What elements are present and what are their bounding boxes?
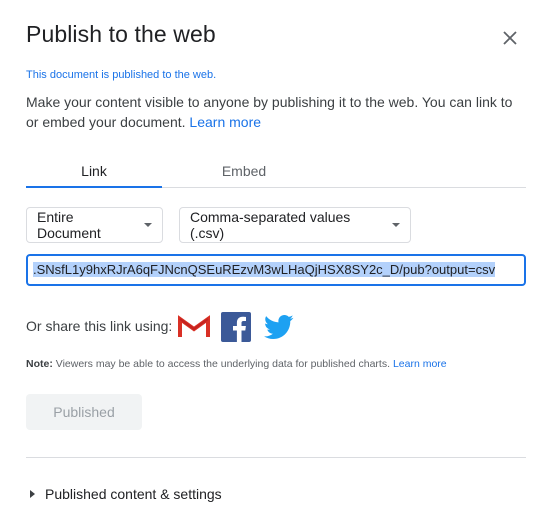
tab-link[interactable]: Link bbox=[26, 155, 162, 188]
dialog-description: Make your content visible to anyone by p… bbox=[26, 92, 526, 132]
facebook-share-button[interactable] bbox=[221, 312, 253, 342]
close-icon bbox=[503, 31, 517, 45]
published-settings-label: Published content & settings bbox=[45, 486, 222, 502]
tab-embed[interactable]: Embed bbox=[176, 155, 312, 187]
close-button[interactable] bbox=[498, 26, 522, 50]
gmail-share-button[interactable] bbox=[178, 312, 210, 342]
data-access-note: Note: Viewers may be able to access the … bbox=[26, 358, 447, 370]
note-prefix: Note: bbox=[26, 358, 53, 370]
document-scope-value: Entire Document bbox=[37, 209, 101, 241]
published-settings-expander[interactable]: Published content & settings bbox=[30, 486, 222, 502]
learn-more-link[interactable]: Learn more bbox=[189, 114, 261, 130]
format-value: Comma-separated values (.csv) bbox=[190, 209, 351, 241]
published-url-text: .SNsfL1y9hxRJrA6qFJNcnQSEuREzvM3wLHaQjHS… bbox=[33, 262, 496, 277]
note-text: Viewers may be able to access the underl… bbox=[52, 358, 391, 370]
description-text: Make your content visible to anyone by p… bbox=[26, 94, 513, 130]
tab-bar: Link Embed bbox=[26, 155, 526, 188]
format-dropdown[interactable]: Comma-separated values (.csv) bbox=[179, 207, 411, 243]
note-learn-more-link[interactable]: Learn more bbox=[393, 358, 447, 370]
published-button: Published bbox=[26, 394, 142, 430]
share-label: Or share this link using: bbox=[26, 318, 173, 334]
divider bbox=[26, 457, 526, 458]
facebook-icon bbox=[221, 312, 251, 342]
chevron-down-icon bbox=[144, 223, 152, 227]
chevron-down-icon bbox=[392, 223, 400, 227]
published-status: This document is published to the web. bbox=[26, 69, 217, 81]
chevron-right-icon bbox=[30, 490, 35, 498]
twitter-icon bbox=[263, 315, 294, 339]
dialog-title: Publish to the web bbox=[26, 21, 216, 47]
document-scope-dropdown[interactable]: Entire Document bbox=[26, 207, 163, 243]
publish-dialog: Publish to the web This document is publ… bbox=[0, 0, 545, 528]
gmail-icon bbox=[178, 315, 210, 337]
published-url-field[interactable]: .SNsfL1y9hxRJrA6qFJNcnQSEuREzvM3wLHaQjHS… bbox=[26, 254, 526, 286]
twitter-share-button[interactable] bbox=[263, 312, 295, 342]
